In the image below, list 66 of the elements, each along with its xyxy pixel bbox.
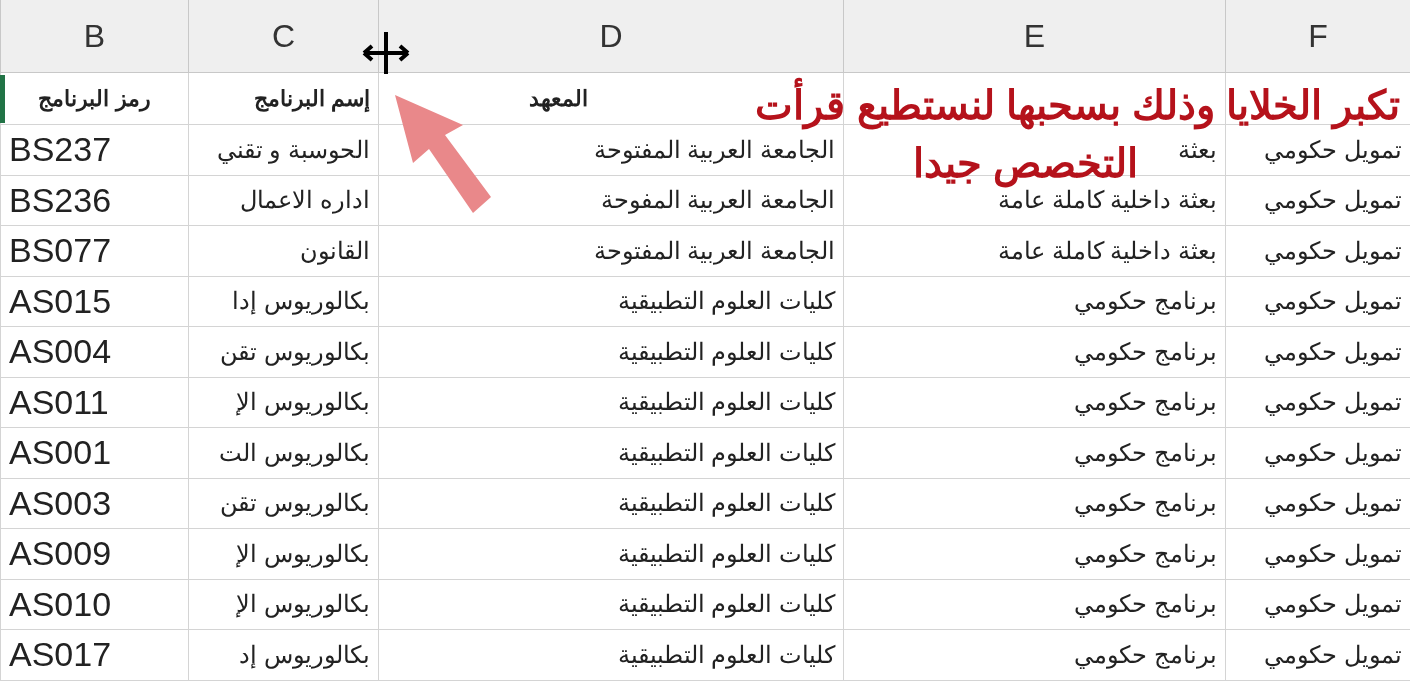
table-cell-text: الحوسبة و تقني: [216, 134, 370, 166]
table-cell-text: كليات العلوم التطبيقية: [617, 589, 835, 620]
header-cell-text: رمز البرنامج: [38, 85, 151, 114]
table-cell-text: برنامج حكومي: [1074, 488, 1217, 519]
table-cell-text: بعثة داخلية كاملة عامة: [998, 235, 1217, 266]
column-header[interactable]: C: [188, 0, 378, 72]
column-header[interactable]: F: [1225, 0, 1410, 72]
table-cell-text: بعثة: [1178, 134, 1217, 165]
table-cell-text: بكالوريوس الإ: [236, 387, 370, 418]
table-cell-text: الجامعة العربية المفتوحة: [593, 235, 835, 267]
table-cell-text: كليات العلوم التطبيقية: [617, 437, 835, 469]
table-cell-text: AS015: [9, 280, 112, 322]
column-header[interactable]: B: [0, 0, 188, 72]
table-cell-text: برنامج حكومي: [1074, 639, 1217, 671]
table-cell-text: برنامج حكومي: [1074, 538, 1217, 570]
table-cell-text: كليات العلوم التطبيقية: [617, 538, 835, 570]
table-cell-text: اداره الاعمال: [240, 185, 370, 216]
table-cell-text: القانون: [300, 235, 370, 267]
table-cell-text: برنامج حكومي: [1074, 387, 1217, 418]
table-cell-text: برنامج حكومي: [1074, 437, 1217, 469]
table-cell-text: تمويل حكومي: [1264, 235, 1402, 267]
cell-selection-border: [0, 75, 5, 123]
table-cell-text: AS017: [9, 634, 112, 676]
table-cell-text: كليات العلوم التطبيقية: [617, 387, 835, 418]
column-header[interactable]: D: [378, 0, 843, 72]
table-cell-text: BS077: [9, 230, 112, 272]
table-cell-text: بكالوريوس إدا: [232, 286, 370, 317]
table-cell-text: تمويل حكومي: [1264, 639, 1402, 671]
table-cell-text: تمويل حكومي: [1264, 185, 1402, 216]
table-cell-text: برنامج حكومي: [1074, 286, 1217, 317]
table-cell-text: كليات العلوم التطبيقية: [617, 286, 835, 317]
arrow-icon: [393, 93, 493, 215]
table-cell-text: تمويل حكومي: [1264, 437, 1402, 469]
table-cell-text: الجامعة العربية المفتوحة: [593, 134, 835, 166]
table-cell-text: AS011: [9, 381, 109, 423]
table-cell-text: AS010: [9, 583, 112, 625]
table-cell-text: BS237: [9, 129, 112, 171]
annotation-text: تكبر الخلايا وذلك بسحبها لنستطيع قرأت: [755, 76, 1400, 134]
table-cell-text: بكالوريوس إد: [239, 639, 370, 671]
table-cell-text: برنامج حكومي: [1074, 336, 1217, 368]
table-cell-text: AS004: [9, 331, 112, 373]
table-cell-text: تمويل حكومي: [1264, 336, 1402, 368]
table-cell-text: BS236: [9, 179, 112, 221]
table-cell-text: تمويل حكومي: [1264, 286, 1402, 317]
header-cell-text: المعهد: [529, 85, 588, 114]
table-cell-text: AS009: [9, 533, 112, 575]
table-cell-text: تمويل حكومي: [1264, 387, 1402, 418]
table-cell-text: الجامعة العربية المفوحة: [600, 185, 835, 216]
table-cell-text: AS001: [9, 432, 112, 474]
resize-cursor-icon: [362, 30, 410, 76]
header-cell-text: إسم البرنامج: [253, 85, 370, 114]
table-cell-text: بكالوريوس تقن: [220, 336, 370, 368]
table-cell-text: بكالوريوس الإ: [236, 538, 370, 570]
table-cell-text: بكالوريوس الت: [219, 437, 370, 469]
table-cell-text: برنامج حكومي: [1074, 589, 1217, 620]
table-cell-text: تمويل حكومي: [1264, 538, 1402, 570]
table-cell-text: تمويل حكومي: [1264, 589, 1402, 620]
column-header[interactable]: E: [843, 0, 1225, 72]
table-cell-text: كليات العلوم التطبيقية: [617, 336, 835, 368]
table-cell-text: AS003: [9, 482, 112, 524]
table-cell-text: تمويل حكومي: [1264, 134, 1402, 166]
table-cell-text: بكالوريوس تقن: [220, 488, 370, 519]
table-cell-text: كليات العلوم التطبيقية: [617, 639, 835, 671]
table-cell-text: بكالوريوس الإ: [236, 589, 370, 620]
table-cell-text: تمويل حكومي: [1264, 488, 1402, 519]
table-cell-text: كليات العلوم التطبيقية: [617, 488, 835, 519]
